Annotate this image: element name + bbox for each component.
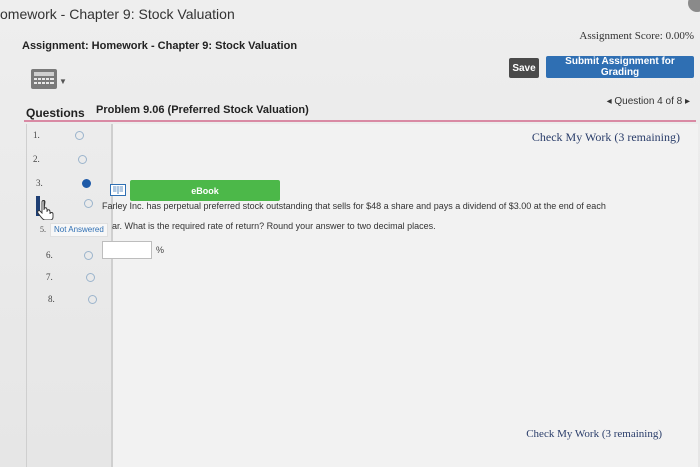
question-number: 8. (48, 294, 55, 304)
question-number: 6. (46, 250, 53, 260)
question-list-item[interactable]: 2. (33, 152, 103, 170)
question-number: 7. (46, 272, 53, 282)
question-number: 2. (33, 154, 40, 164)
question-status-icon (75, 131, 84, 140)
book-icon[interactable] (110, 184, 126, 196)
question-list-item[interactable]: 3. (36, 176, 106, 194)
not-answered-badge: Not Answered (50, 223, 108, 237)
question-status-icon (84, 199, 93, 208)
question-list-item[interactable]: 7. (46, 270, 116, 288)
window-title: omework - Chapter 9: Stock Valuation (0, 6, 235, 22)
check-my-work-link[interactable]: Check My Work (3 remaining) (532, 130, 680, 145)
question-navigator[interactable]: ◂ Question 4 of 8 ▸ (607, 96, 690, 107)
problem-content-panel (112, 124, 698, 467)
question-list-item[interactable]: 1. (33, 128, 103, 146)
problem-statement-line: Farley Inc. has perpetual preferred stoc… (102, 201, 606, 211)
question-list-item[interactable]: 5. Not Answered (40, 223, 116, 242)
calculator-icon[interactable] (30, 68, 58, 90)
problem-title: Problem 9.06 (Preferred Stock Valuation) (96, 104, 309, 116)
hand-cursor-icon (36, 196, 54, 220)
problem-statement-line: ar. What is the required rate of return?… (112, 221, 436, 231)
questions-header: Questions (26, 106, 85, 120)
assignment-score: Assignment Score: 0.00% (579, 30, 694, 42)
question-number: 3. (36, 178, 43, 188)
header-divider (24, 120, 696, 122)
question-number: 1. (33, 130, 40, 140)
question-number: 5. (40, 225, 46, 234)
question-status-icon (86, 273, 95, 282)
answer-unit-label: % (156, 245, 165, 255)
chevron-down-icon[interactable]: ▼ (59, 77, 67, 86)
question-status-icon (82, 179, 91, 188)
answer-input[interactable] (102, 241, 152, 259)
ebook-button[interactable]: eBook (130, 180, 280, 201)
assignment-page: omework - Chapter 9: Stock Valuation Ass… (0, 0, 700, 467)
submit-assignment-button[interactable]: Submit Assignment for Grading (546, 56, 694, 78)
check-my-work-link-bottom[interactable]: Check My Work (3 remaining) (526, 428, 662, 440)
question-list-item[interactable]: 8. (48, 292, 118, 310)
question-status-icon (84, 251, 93, 260)
question-status-icon (78, 155, 87, 164)
save-button[interactable]: Save (509, 58, 539, 78)
assignment-title: Assignment: Homework - Chapter 9: Stock … (22, 40, 298, 52)
question-status-icon (88, 295, 97, 304)
info-icon[interactable] (688, 0, 700, 12)
